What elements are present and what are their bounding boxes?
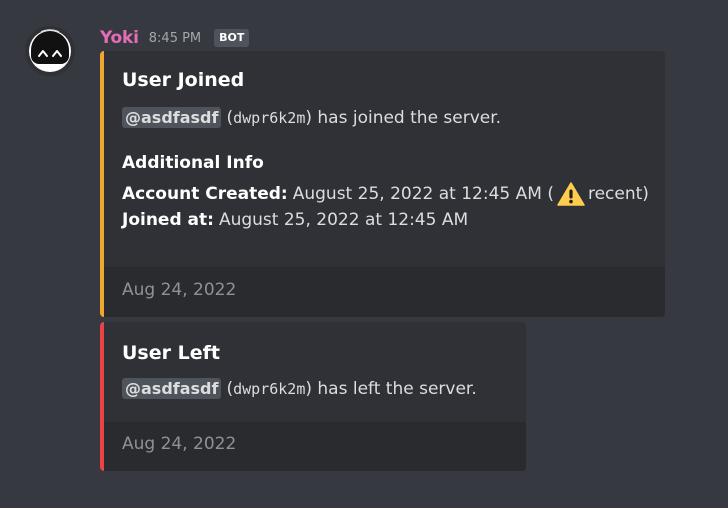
account-created-label: Account Created: <box>122 184 288 204</box>
embed-footer: Aug 24, 2022 <box>104 267 665 317</box>
joined-at-value: August 25, 2022 at 12:45 AM <box>218 210 469 230</box>
account-created-value: August 25, 2022 at 12:45 AM ( <box>292 184 554 204</box>
message-header: Yoki 8:45 PM BOT <box>100 25 250 51</box>
embed-description: @asdfasdf ( dwpr6k2m ) has joined the se… <box>122 107 501 128</box>
bot-badge: BOT <box>214 29 250 47</box>
message-timestamp: 8:45 PM <box>148 30 202 46</box>
user-id-code: dwpr6k2m <box>233 108 306 127</box>
robot-face-icon[interactable] <box>25 26 75 76</box>
warning-icon <box>557 182 585 206</box>
embed-title: User Left <box>122 342 220 364</box>
description-rest: ) has left the server. <box>305 378 477 399</box>
embed-user-left: User Left @asdfasdf ( dwpr6k2m ) has lef… <box>100 322 526 471</box>
additional-info-heading: Additional Info <box>122 153 264 173</box>
description-rest: ) has joined the server. <box>305 107 502 128</box>
chat-message: Yoki 8:45 PM BOT User Joined @asdfasdf (… <box>0 0 728 508</box>
user-mention[interactable]: @asdfasdf <box>122 378 222 399</box>
joined-at-label: Joined at: <box>122 210 214 230</box>
recent-text: recent) <box>587 184 649 204</box>
open-paren: ( <box>226 378 234 399</box>
footer-timestamp: Aug 24, 2022 <box>122 280 237 300</box>
embed-footer: Aug 24, 2022 <box>104 422 526 471</box>
open-paren: ( <box>226 107 234 128</box>
user-id-code: dwpr6k2m <box>233 379 306 398</box>
account-created-line: Account Created: August 25, 2022 at 12:4… <box>122 182 649 206</box>
author-name[interactable]: Yoki <box>100 28 139 48</box>
embed-title: User Joined <box>122 69 245 91</box>
joined-at-line: Joined at: August 25, 2022 at 12:45 AM <box>122 210 468 230</box>
footer-timestamp: Aug 24, 2022 <box>122 434 237 454</box>
embed-user-joined: User Joined @asdfasdf ( dwpr6k2m ) has j… <box>100 51 665 317</box>
embed-description: @asdfasdf ( dwpr6k2m ) has left the serv… <box>122 378 477 399</box>
user-mention[interactable]: @asdfasdf <box>122 107 222 128</box>
